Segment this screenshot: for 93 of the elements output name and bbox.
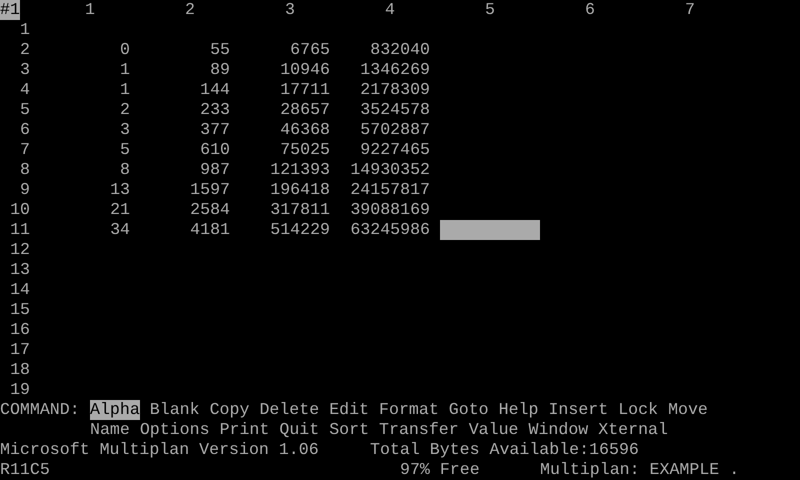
- row-header: 14: [10, 280, 30, 300]
- table-cell: 21: [110, 200, 130, 220]
- table-cell: 1346269: [360, 60, 430, 80]
- table-cell: 832040: [370, 40, 430, 60]
- row-header: 7: [20, 140, 30, 160]
- column-header: 2: [185, 0, 195, 20]
- menu-command[interactable]: Help: [498, 400, 538, 420]
- menu-command[interactable]: Edit: [329, 400, 370, 420]
- menu-command[interactable]: Move: [668, 400, 708, 420]
- menu-command[interactable]: Quit: [279, 420, 320, 440]
- table-cell: 1597: [190, 180, 230, 200]
- row-header: 15: [10, 300, 30, 320]
- row-header: 12: [10, 240, 30, 260]
- table-cell: 5: [120, 140, 130, 160]
- table-cell: 55: [210, 40, 230, 60]
- row-header: 5: [20, 100, 30, 120]
- table-cell: 75025: [280, 140, 330, 160]
- menu-command[interactable]: Lock: [618, 400, 658, 420]
- menu-command[interactable]: Blank: [150, 400, 200, 420]
- table-cell: 8: [120, 160, 130, 180]
- row-header: 19: [10, 380, 30, 400]
- bytes-available-text: Total Bytes Available:16596: [370, 440, 639, 460]
- table-cell: 1: [120, 80, 130, 100]
- cell-pointer-indicator: #1: [0, 0, 20, 20]
- table-cell: 63245986: [350, 220, 430, 240]
- table-cell: 317811: [270, 200, 330, 220]
- table-cell: 6765: [290, 40, 330, 60]
- row-header: 17: [10, 340, 30, 360]
- table-cell: 9227465: [360, 140, 430, 160]
- menu-command[interactable]: Goto: [448, 400, 489, 420]
- table-cell: 24157817: [350, 180, 430, 200]
- table-cell: 34: [110, 220, 130, 240]
- row-header: 2: [20, 40, 30, 60]
- table-cell: 4181: [190, 220, 230, 240]
- menu-command[interactable]: Transfer: [379, 420, 459, 440]
- table-cell: 39088169: [350, 200, 430, 220]
- cell-reference: R11C5: [0, 460, 50, 479]
- column-header: 5: [485, 0, 495, 20]
- file-name-text: Multiplan: EXAMPLE .: [540, 460, 740, 480]
- row-header: 1: [20, 20, 30, 40]
- table-cell: 46368: [280, 120, 330, 140]
- menu-command[interactable]: Window: [528, 420, 588, 440]
- menu-command[interactable]: Format: [379, 400, 439, 420]
- table-cell: 196418: [270, 180, 330, 200]
- table-cell: 5702887: [360, 120, 430, 140]
- table-cell: 13: [110, 180, 130, 200]
- menu-command[interactable]: Sort: [329, 420, 370, 440]
- menu-command[interactable]: Insert: [548, 400, 608, 420]
- table-cell: 14930352: [350, 160, 430, 180]
- row-header: 13: [10, 260, 30, 280]
- table-cell: 10946: [280, 60, 330, 80]
- row-header: 3: [20, 60, 30, 80]
- table-cell: 514229: [270, 220, 330, 240]
- row-header: 4: [20, 80, 30, 100]
- row-header: 10: [10, 200, 30, 220]
- table-cell: 2178309: [360, 80, 430, 100]
- memory-free-text: 97% Free: [400, 460, 480, 479]
- column-header: 7: [685, 0, 695, 20]
- menu-command[interactable]: Options: [140, 420, 210, 440]
- table-cell: 2584: [190, 200, 230, 220]
- row-header: 18: [10, 360, 30, 380]
- menu-command[interactable]: Alpha: [90, 400, 140, 420]
- table-cell: 3524578: [360, 100, 430, 120]
- table-cell: 121393: [270, 160, 330, 180]
- table-cell: 28657: [280, 100, 330, 120]
- menu-command[interactable]: Print: [220, 420, 270, 440]
- menu-command[interactable]: Copy: [210, 400, 250, 420]
- menu-command[interactable]: Value: [468, 420, 519, 440]
- table-cell: 987: [200, 160, 230, 180]
- column-header: 6: [585, 0, 595, 20]
- table-cell: 3: [120, 120, 130, 140]
- row-header: 6: [20, 120, 30, 140]
- table-cell: 610: [200, 140, 230, 160]
- menu-command[interactable]: Xternal: [598, 420, 668, 440]
- table-cell: 1: [120, 60, 130, 80]
- menu-command[interactable]: Delete: [259, 400, 320, 420]
- table-cell: 0: [120, 40, 130, 60]
- table-cell: 2: [120, 100, 130, 120]
- row-header: 11: [10, 220, 30, 240]
- menu-command[interactable]: Name: [90, 420, 130, 440]
- row-header: 8: [20, 160, 30, 180]
- table-cell: 377: [200, 120, 230, 140]
- column-header: 1: [85, 0, 95, 20]
- column-header: 3: [285, 0, 295, 20]
- table-cell: 233: [200, 100, 230, 120]
- table-cell: 89: [210, 60, 230, 80]
- row-header: 16: [10, 320, 30, 340]
- table-cell: 17711: [280, 80, 330, 100]
- command-label: COMMAND:: [0, 400, 80, 419]
- column-header: 4: [385, 0, 395, 20]
- table-cell: 144: [200, 80, 230, 100]
- version-text: Microsoft Multiplan Version 1.06: [0, 440, 319, 459]
- row-header: 9: [20, 180, 30, 200]
